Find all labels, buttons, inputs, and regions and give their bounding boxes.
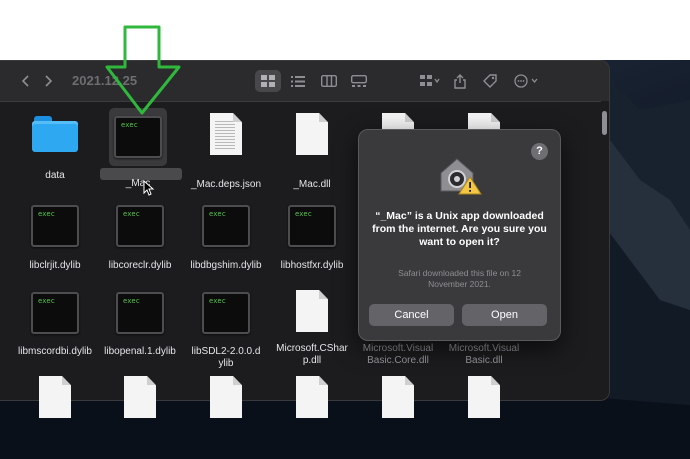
exec-icon: exec [202,292,250,334]
file-label: Microsoft.CSharp.dll [276,343,348,366]
help-button[interactable]: ? [531,143,548,160]
document-icon [296,290,328,332]
exec-icon: exec [31,292,79,334]
file-label: data [45,170,65,181]
finder-toolbar: 2021.12.25 [0,61,609,102]
exec-icon: exec [116,292,164,334]
file-label: _Mac.deps.json [190,179,262,190]
file-label: libdbgshim.dylib [190,260,262,271]
cursor-icon [143,180,155,196]
file-item-row4-1[interactable] [12,376,98,418]
chevron-right-icon[interactable] [42,70,56,92]
security-dialog: ? “_Mac” is a Unix app downloaded from t… [358,129,561,341]
scrollbar-thumb[interactable] [602,111,607,135]
file-item-libclrjit[interactable]: exec libclrjit.dylib [12,205,98,272]
file-item-row4-5[interactable] [355,376,441,418]
more-icon[interactable] [512,70,542,92]
file-label: _Mac.dll [293,179,331,190]
file-item-microsoft-csharp[interactable]: Microsoft.CSharp.dll [269,290,355,367]
scrollbar-track[interactable] [601,101,609,400]
file-item-data[interactable]: data [12,114,98,182]
file-label: libSDL2-2.0.0.dylib [191,346,261,369]
file-item-libcoreclr[interactable]: exec libcoreclr.dylib [97,205,183,272]
file-item-libhostfxr[interactable]: exec libhostfxr.dylib [269,205,355,272]
file-item-libsdl2[interactable]: exec libSDL2-2.0.0.dylib [183,292,269,370]
open-button[interactable]: Open [462,304,547,326]
dialog-message: “_Mac” is a Unix app downloaded from the… [372,210,547,248]
document-icon [468,376,500,418]
document-icon [210,376,242,418]
document-icon [124,376,156,418]
chevron-left-icon[interactable] [18,70,32,92]
file-label: libhostfxr.dylib [280,260,344,271]
folder-icon [32,116,78,152]
file-item-libmscordbi[interactable]: exec libmscordbi.dylib [12,292,98,358]
exec-icon: exec [116,205,164,247]
gallery-view-icon[interactable] [346,70,372,92]
tag-icon[interactable] [480,70,500,92]
exec-icon: exec [288,205,336,247]
list-view-icon[interactable] [285,70,311,92]
cancel-button[interactable]: Cancel [369,304,454,326]
column-view-icon[interactable] [316,70,342,92]
file-label: libmscordbi.dylib [18,346,92,357]
file-item-libopenal[interactable]: exec libopenal.1.dylib [97,292,183,358]
file-item-deps-json[interactable]: _Mac.deps.json [183,113,269,191]
document-icon [39,376,71,418]
file-label: Microsoft.VisualBasic.Core.dll [362,343,434,366]
share-icon[interactable] [450,70,470,92]
dialog-subtext: Safari downloaded this file on 12 Novemb… [398,268,521,289]
file-label: libopenal.1.dylib [104,346,176,357]
file-item-row4-6[interactable] [441,376,527,418]
exec-icon: exec [114,116,162,158]
document-icon [382,376,414,418]
file-item-row4-3[interactable] [183,376,269,418]
security-warning-icon [440,158,482,195]
file-item-row4-4[interactable] [269,376,355,418]
document-icon [296,376,328,418]
exec-icon: exec [31,205,79,247]
file-item-mac-dll[interactable]: _Mac.dll [269,113,355,191]
group-icon[interactable] [418,70,442,92]
file-item-mac[interactable]: exec _Mac [95,116,181,190]
file-label: libclrjit.dylib [29,260,81,271]
file-item-row4-2[interactable] [97,376,183,418]
arrow-annotation-icon [105,25,181,115]
file-label: _Mac [125,178,151,189]
document-icon [296,113,328,155]
document-icon [210,113,242,155]
exec-icon: exec [202,205,250,247]
file-item-libdbgshim[interactable]: exec libdbgshim.dylib [183,205,269,272]
file-label: libcoreclr.dylib [108,260,172,271]
file-label: Microsoft.VisualBasic.dll [448,343,520,366]
icon-view-icon[interactable] [255,70,281,92]
